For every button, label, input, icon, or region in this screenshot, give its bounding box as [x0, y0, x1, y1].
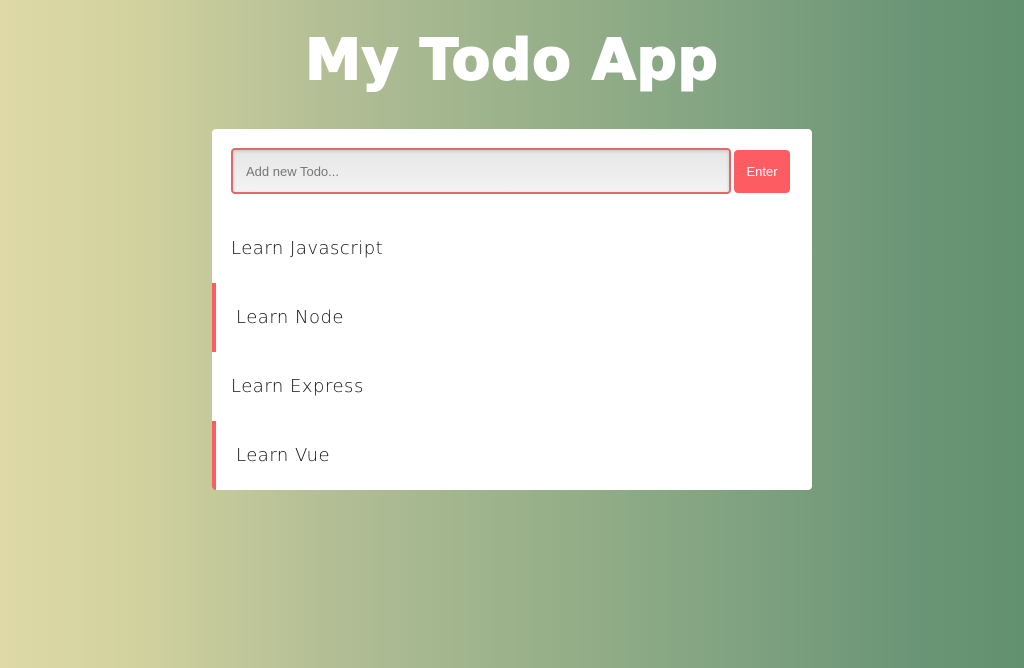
- app-title: My Todo App: [304, 27, 719, 94]
- todo-card: Enter Learn Javascript Learn Node Learn …: [212, 129, 812, 490]
- todo-item[interactable]: Learn Vue: [212, 421, 812, 490]
- new-todo-input[interactable]: [231, 148, 731, 194]
- enter-button[interactable]: Enter: [734, 150, 790, 193]
- todo-item[interactable]: Learn Javascript: [212, 214, 812, 283]
- todo-list: Learn Javascript Learn Node Learn Expres…: [212, 214, 812, 490]
- todo-item[interactable]: Learn Node: [212, 283, 812, 352]
- todo-item[interactable]: Learn Express: [212, 352, 812, 421]
